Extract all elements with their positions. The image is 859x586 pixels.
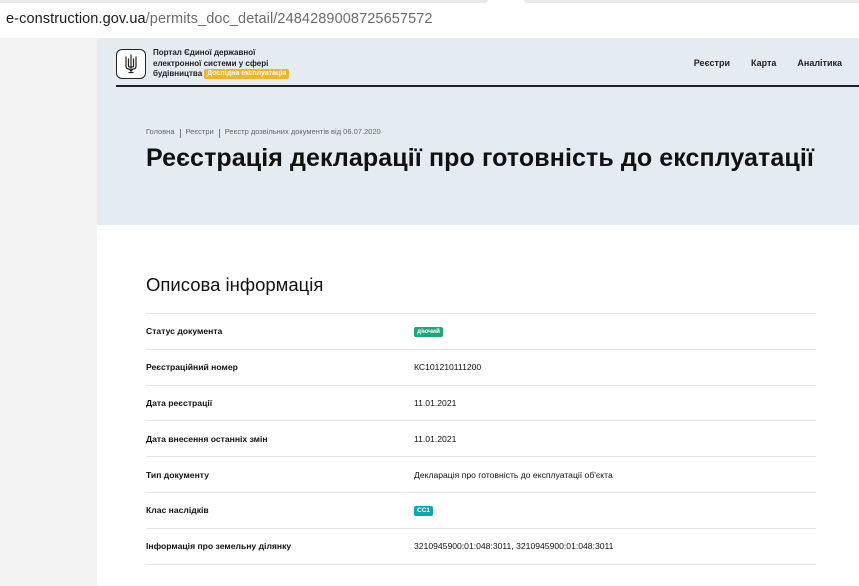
nav-registries[interactable]: Реєстри <box>694 58 730 68</box>
top-nav: Реєстри Карта Аналітика <box>673 58 842 68</box>
breadcrumb-home[interactable]: Головна <box>146 127 175 136</box>
breadcrumb-separator <box>179 129 181 138</box>
row-label: Статус документа <box>146 326 223 337</box>
portal-logo[interactable] <box>116 49 146 79</box>
table-row: Тип документу Декларація про готовність … <box>146 457 816 493</box>
portal-name[interactable]: Портал Єдиної державної електронної сист… <box>153 48 323 80</box>
page-title: Реєстрація декларації про готовність до … <box>146 144 815 172</box>
table-row: Дата реєстрації 11.01.2021 <box>146 386 816 422</box>
nav-map[interactable]: Карта <box>751 58 776 68</box>
table-row: Статус документа діючий <box>146 314 816 350</box>
row-value: КС101210111200 <box>414 362 482 373</box>
breadcrumb: Головна Реєстри Реєстр дозвільних докуме… <box>146 127 381 138</box>
table-row: Клас наслідків СС1 <box>146 493 816 529</box>
url-host: e-construction.gov.ua <box>6 11 146 27</box>
row-label: Реєстраційний номер <box>146 362 238 373</box>
browser-address-bar[interactable]: e-construction.gov.ua/permits_doc_detail… <box>0 0 859 38</box>
info-table: Статус документа діючий Реєстраційний но… <box>146 313 816 565</box>
table-row: Реєстраційний номер КС101210111200 <box>146 350 816 386</box>
left-gutter <box>0 38 97 586</box>
table-row: Дата внесення останніх змін 11.01.2021 <box>146 421 816 458</box>
nav-analytics[interactable]: Аналітика <box>797 58 842 68</box>
row-label: Інформація про земельну ділянку <box>146 541 292 552</box>
url-text[interactable]: e-construction.gov.ua/permits_doc_detail… <box>6 11 433 27</box>
site-header: Портал Єдиної державної електронної сист… <box>116 47 859 87</box>
status-badge: діючий <box>414 327 444 338</box>
portal-name-line3: будівництва <box>153 69 203 78</box>
url-path: /permits_doc_detail/2484289008725657572 <box>145 11 433 27</box>
row-label: Дата внесення останніх змін <box>146 433 268 444</box>
breadcrumb-separator <box>218 129 220 138</box>
portal-name-line1: Портал Єдиної державної <box>153 48 256 57</box>
row-label: Дата реєстрації <box>146 397 213 408</box>
trial-operation-badge: Дослідна експлуатація <box>204 69 290 79</box>
row-value: 3210945900:01:048:3011, 3210945900:01:04… <box>414 541 614 552</box>
trident-icon <box>125 54 137 74</box>
row-value: 11.01.2021 <box>414 433 457 444</box>
row-label: Клас наслідків <box>146 505 209 516</box>
breadcrumb-current[interactable]: Реєстр дозвільних документів від 06.07.2… <box>225 127 381 136</box>
section-title: Описова інформація <box>146 274 324 295</box>
browser-tab[interactable] <box>0 0 488 3</box>
table-row: Інформація про земельну ділянку 32109459… <box>146 529 816 565</box>
row-value: Декларація про готовність до експлуатаці… <box>414 469 613 480</box>
portal-name-line2: електронної системи у сфері <box>153 58 269 68</box>
breadcrumb-registries[interactable]: Реєстри <box>186 127 214 136</box>
row-label: Тип документу <box>146 469 209 480</box>
row-value: 11.01.2021 <box>414 397 457 408</box>
consequence-class-badge: СС1 <box>414 506 434 517</box>
browser-tab-strip <box>0 0 859 3</box>
browser-tab[interactable] <box>524 0 859 3</box>
